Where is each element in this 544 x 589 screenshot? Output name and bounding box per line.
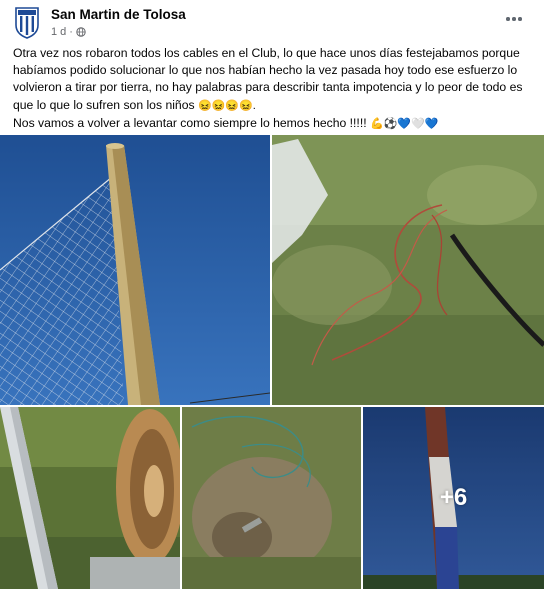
cable-spool-image bbox=[0, 407, 180, 589]
support-emojis: 💪⚽💙🤍💙 bbox=[369, 117, 439, 130]
more-options-icon[interactable] bbox=[502, 10, 526, 28]
ground-wire-image bbox=[182, 407, 361, 589]
pole-net-image bbox=[0, 135, 270, 405]
photo-cable-spool[interactable] bbox=[0, 407, 180, 589]
more-photos-count: +6 bbox=[439, 484, 468, 511]
facebook-post: San Martin de Tolosa 1 d · Otra vez nos … bbox=[0, 0, 544, 589]
photo-painted-pole[interactable]: +6 bbox=[363, 407, 544, 589]
meta-separator: · bbox=[69, 26, 73, 38]
photo-ground-wire[interactable] bbox=[182, 407, 361, 589]
more-photos-overlay[interactable]: +6 bbox=[363, 407, 544, 589]
post-text: Otra vez nos robaron todos los cables en… bbox=[13, 45, 535, 133]
club-crest-avatar[interactable] bbox=[13, 5, 41, 39]
sad-emojis: 😖😖😖😖. bbox=[197, 99, 256, 112]
post-text-line-2: Nos vamos a volver a levantar como siemp… bbox=[13, 115, 370, 130]
post-text-line-1: Otra vez nos robaron todos los cables en… bbox=[13, 46, 523, 112]
post-time-link[interactable]: 1 d bbox=[51, 26, 66, 38]
photo-gallery: +6 bbox=[0, 135, 544, 589]
post-text-paragraph-2: Nos vamos a volver a levantar como siemp… bbox=[13, 115, 535, 133]
club-crest-icon bbox=[15, 7, 39, 39]
post-meta: 1 d · bbox=[51, 26, 86, 38]
post-text-paragraph-1: Otra vez nos robaron todos los cables en… bbox=[13, 45, 535, 115]
globe-icon[interactable] bbox=[76, 27, 86, 37]
photo-cut-cables[interactable] bbox=[272, 135, 544, 405]
page-name-link[interactable]: San Martin de Tolosa bbox=[51, 7, 186, 22]
cut-cables-image bbox=[272, 135, 544, 405]
post-header: San Martin de Tolosa 1 d · bbox=[0, 0, 544, 44]
photo-pole-net[interactable] bbox=[0, 135, 270, 405]
